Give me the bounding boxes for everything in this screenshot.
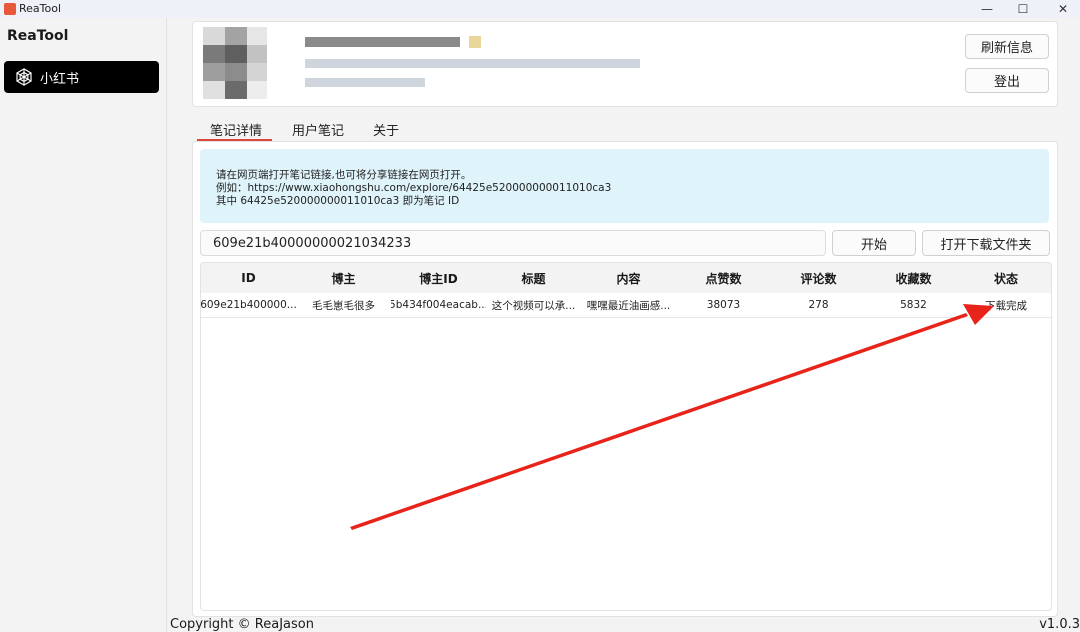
close-button[interactable]: ✕ [1040,0,1080,18]
tab-user-notes[interactable]: 用户笔记 [292,120,344,139]
user-stats-redacted [305,78,425,87]
open-download-folder-button[interactable]: 打开下载文件夹 [922,230,1050,256]
app-icon [4,3,16,15]
spiderweb-icon [14,67,34,87]
column-header[interactable]: 评论数 [771,263,866,293]
table-header: ID 博主 博主ID 标题 内容 点赞数 评论数 收藏数 状态 [201,263,1051,293]
cell-comments: 278 [808,299,829,311]
note-id-input[interactable]: 609e21b40000000021034233 [200,230,826,256]
column-header[interactable]: 博主 [296,263,391,293]
notes-table: ID 博主 博主ID 标题 内容 点赞数 评论数 收藏数 状态 609e21b4… [200,262,1052,611]
table-row[interactable]: 609e21b400000... 毛毛崽毛很多 5b434f004eacab..… [201,293,1051,318]
user-info-redacted [305,59,640,68]
profile-card: 刷新信息 登出 [192,21,1058,107]
user-badge [469,36,481,48]
notice-line-3: 其中 64425e520000000011010ca3 即为笔记 ID [216,195,460,207]
column-header[interactable]: 博主ID [391,263,486,293]
cell-likes: 38073 [706,299,741,311]
refresh-info-button[interactable]: 刷新信息 [965,34,1049,59]
cell-id: 609e21b400000... [201,299,296,311]
version-label: v1.0.3 [1039,617,1080,632]
cell-title: 这个视频可以承... [491,299,576,312]
column-header[interactable]: 收藏数 [866,263,961,293]
sidebar-item-xiaohongshu[interactable]: 小红书 [4,61,159,93]
column-header[interactable]: ID [201,263,296,293]
title-bar: ReaTool — ☐ ✕ [0,0,1080,18]
username-redacted [305,37,460,47]
logout-button[interactable]: 登出 [965,68,1049,93]
cell-author-id: 5b434f004eacab... [391,299,486,311]
cell-author: 毛毛崽毛很多 [312,299,375,312]
column-header[interactable]: 状态 [961,263,1051,293]
sidebar: ReaTool 小红书 [0,18,167,632]
cell-favorites: 5832 [900,299,927,311]
start-button[interactable]: 开始 [832,230,916,256]
cell-content: 嘿嘿最近油画感... [586,299,671,312]
tab-about[interactable]: 关于 [373,120,399,139]
window-title: ReaTool [19,2,62,15]
instructions-notice: 请在网页端打开笔记链接,也可将分享链接在网页打开。 例如：https://www… [200,149,1049,223]
sidebar-item-label: 小红书 [40,71,80,87]
column-header[interactable]: 标题 [486,263,581,293]
column-header[interactable]: 点赞数 [676,263,771,293]
column-header[interactable]: 内容 [581,263,676,293]
avatar [203,27,267,99]
brand-title: ReaTool [7,28,69,44]
cell-status: 下载完成 [985,299,1027,312]
copyright-text: Copyright © ReaJason [170,617,314,632]
tab-note-detail[interactable]: 笔记详情 [210,120,262,139]
